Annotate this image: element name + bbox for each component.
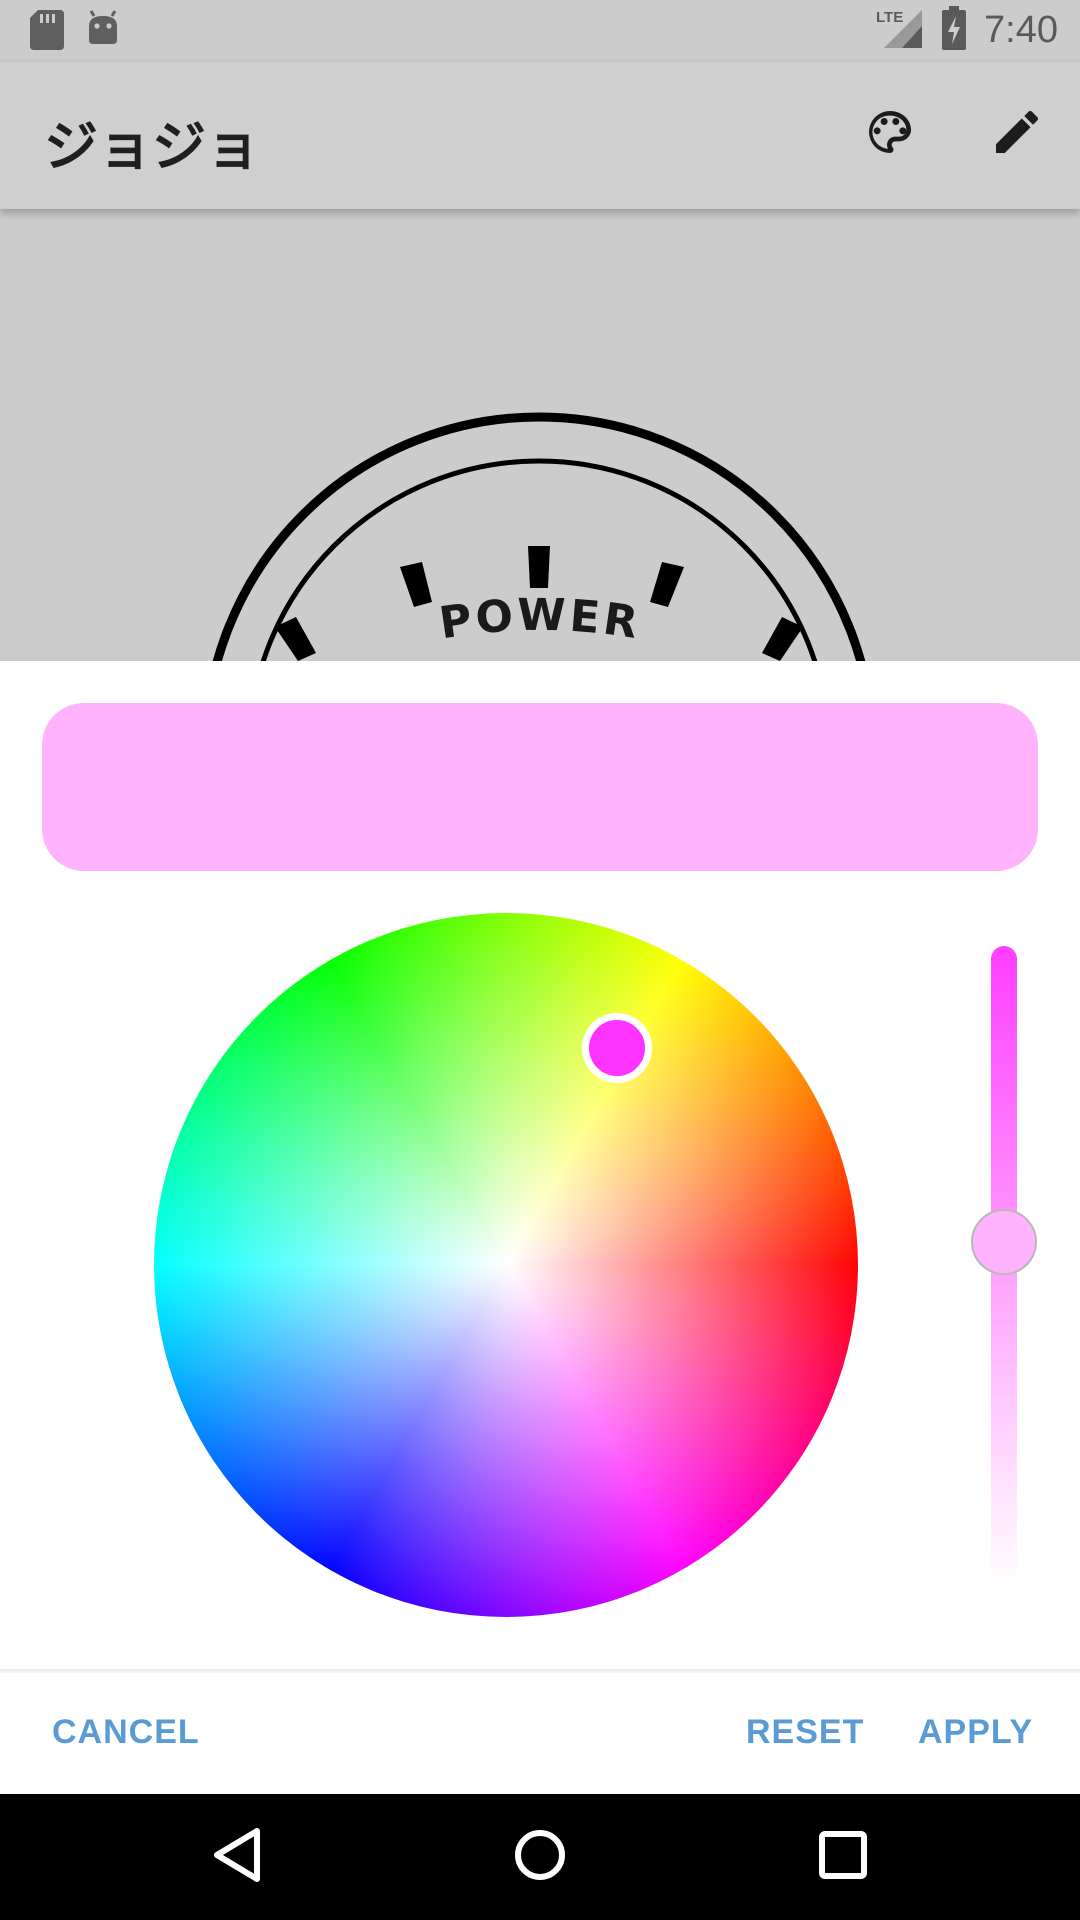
recents-icon bbox=[817, 1829, 869, 1886]
color-picker-dialog: CANCEL RESET APPLY bbox=[0, 661, 1080, 1794]
edit-button[interactable] bbox=[985, 102, 1049, 166]
battery-charging-icon bbox=[940, 6, 968, 55]
color-wheel-handle[interactable] bbox=[582, 1013, 652, 1083]
navigation-bar bbox=[0, 1794, 1080, 1920]
status-bar: LTE 7:40 bbox=[0, 0, 1080, 62]
signal-icon: LTE bbox=[876, 6, 924, 55]
back-button[interactable] bbox=[202, 1822, 272, 1892]
palette-button[interactable] bbox=[858, 102, 922, 166]
network-type-label: LTE bbox=[876, 9, 903, 26]
app-title: ジョジョ bbox=[44, 115, 260, 178]
status-clock: 7:40 bbox=[984, 9, 1058, 51]
sd-card-icon bbox=[30, 10, 64, 55]
home-button[interactable] bbox=[505, 1822, 575, 1892]
color-wheel[interactable] bbox=[154, 913, 858, 1617]
brightness-slider-thumb[interactable] bbox=[971, 1209, 1037, 1275]
app-bar: ジョジョ bbox=[0, 62, 1080, 209]
apply-button[interactable]: APPLY bbox=[918, 1713, 1033, 1752]
edit-pencil-icon bbox=[989, 104, 1045, 165]
home-icon bbox=[512, 1827, 568, 1888]
screen: LTE 7:40 ジョジョ POWER CANCEL RESET APPLY bbox=[0, 0, 1080, 1920]
back-icon bbox=[211, 1827, 263, 1888]
power-dial-graphic: POWER bbox=[212, 412, 866, 661]
background-content: POWER bbox=[0, 209, 1080, 661]
dialog-divider bbox=[0, 1669, 1080, 1673]
status-right-icons: LTE 7:40 bbox=[876, 6, 1058, 55]
recents-button[interactable] bbox=[808, 1822, 878, 1892]
color-preview-swatch bbox=[42, 703, 1038, 871]
android-debug-icon bbox=[86, 10, 120, 55]
power-dial-label: POWER bbox=[436, 590, 641, 649]
saturation-gradient bbox=[154, 913, 858, 1617]
svg-text:POWER: POWER bbox=[436, 590, 644, 649]
status-left-icons bbox=[30, 10, 120, 55]
reset-button[interactable]: RESET bbox=[746, 1713, 864, 1752]
palette-icon bbox=[862, 104, 918, 165]
cancel-button[interactable]: CANCEL bbox=[52, 1713, 200, 1752]
